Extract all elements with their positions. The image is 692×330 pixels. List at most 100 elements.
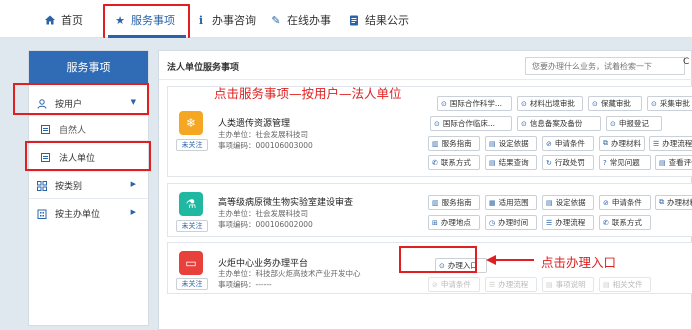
circle-icon: ⊙	[521, 99, 527, 108]
service-card: ⚗ 未关注 高等级病原微生物实验室建设审查 主办单位：社会发展科技司 事项编码：…	[167, 183, 692, 237]
file-icon: ▤	[659, 158, 666, 167]
document-icon	[348, 14, 360, 26]
basis-button[interactable]: ▤ 设定依据	[542, 195, 594, 210]
button-label: 申请条件	[554, 139, 585, 148]
check-circle-icon: ⊘	[603, 198, 609, 207]
subitem-label: 信息备案及备份	[529, 119, 583, 128]
sidebar-item-natural-person[interactable]: 自然人	[41, 123, 86, 136]
contact-button[interactable]: ✆ 联系方式	[599, 215, 651, 230]
service-title[interactable]: 人类遗传资源管理	[218, 116, 290, 129]
subitem-label: 申报登记	[618, 119, 649, 128]
search-input[interactable]	[525, 57, 685, 75]
file-icon: ▤	[603, 280, 610, 289]
info-icon: i	[198, 13, 204, 27]
service-dept: 主办单位：社会发展科技司	[218, 130, 308, 139]
file-icon: ▤	[489, 158, 496, 167]
button-label: 办理材料	[667, 198, 692, 207]
button-label: 设定依据	[498, 139, 529, 148]
subitem-label: 国际合作临床...	[442, 119, 496, 128]
basis-button[interactable]: ▤ 设定依据	[485, 136, 537, 151]
follow-button[interactable]: 未关注	[176, 278, 208, 290]
nav-online[interactable]: ✎ 在线办事	[270, 9, 331, 31]
conditions-button[interactable]: ⊘ 申请条件	[542, 136, 594, 151]
circle-icon: ⊙	[592, 99, 598, 108]
faq-button[interactable]: ? 常见问题	[599, 155, 651, 170]
list-icon: ☰	[546, 218, 553, 227]
review-button[interactable]: ▤查看评价	[655, 155, 692, 170]
file-icon: ▤	[546, 198, 553, 207]
subitem-tag[interactable]: ⊙ 材料出境审批	[517, 96, 583, 111]
nav-consult-label: 办事咨询	[212, 14, 256, 27]
button-label: 相关文件	[612, 280, 643, 289]
page-title: 法人单位服务事项	[167, 63, 240, 73]
caret-right-icon: ▶	[130, 180, 136, 188]
nav-consult[interactable]: i 办事咨询	[195, 9, 256, 31]
conditions-button[interactable]: ⊘ 申请条件	[428, 277, 480, 292]
follow-button[interactable]: 未关注	[176, 220, 208, 232]
copy-icon: ⧉	[659, 198, 664, 206]
snowflake-icon: ❄	[179, 111, 203, 135]
location-button[interactable]: ⊞ 办理地点	[428, 215, 480, 230]
process-button[interactable]: ☰ 办理流程	[649, 136, 692, 151]
contact-button[interactable]: ✆ 联系方式	[428, 155, 480, 170]
subitem-tag[interactable]: ⊙ 信息备案及备份	[517, 116, 601, 131]
phone-icon: ✆	[432, 158, 438, 167]
subitem-tag[interactable]: ⊙ 采集审批	[647, 96, 692, 111]
process-button[interactable]: ☰ 办理流程	[485, 277, 537, 292]
nav-results[interactable]: 结果公示	[348, 9, 409, 31]
sidebar-item-by-dept[interactable]: 按主办单位	[37, 207, 100, 220]
circle-icon: ⊙	[651, 99, 657, 108]
circle-icon: ⊙	[434, 119, 440, 128]
button-label: 适用范围	[498, 198, 529, 207]
pencil-icon: ✎	[271, 13, 281, 27]
guide-button[interactable]: ▥ 服务指南	[428, 195, 480, 210]
conditions-button[interactable]: ⊘ 申请条件	[599, 195, 651, 210]
button-label: 办理流程	[662, 139, 692, 148]
phone-icon: ✆	[603, 218, 609, 227]
subitem-label: 国际合作科学...	[449, 99, 503, 108]
book-icon: ▥	[432, 198, 439, 207]
search-button[interactable]: C	[683, 57, 689, 67]
nav-home-label: 首页	[61, 14, 83, 27]
process-button[interactable]: ☰ 办理流程	[542, 215, 594, 230]
button-label: 办理时间	[498, 218, 529, 227]
notes-button[interactable]: ▤ 事项说明	[542, 277, 594, 292]
button-label: 办理材料	[611, 139, 641, 148]
nav-results-label: 结果公示	[365, 14, 409, 27]
list-icon	[41, 125, 51, 135]
list-icon: ☰	[653, 139, 660, 148]
service-title[interactable]: 高等级病原微生物实验室建设审查	[218, 195, 353, 208]
button-label: 服务指南	[441, 198, 472, 207]
subitem-tag[interactable]: ⊙ 申报登记	[606, 116, 662, 131]
subitem-tag[interactable]: ⊙ 保藏审批	[588, 96, 642, 111]
materials-button[interactable]: ⧉办理材料	[599, 136, 645, 151]
nav-home[interactable]: 首页	[44, 9, 83, 31]
result-query-button[interactable]: ▤ 结果查询	[485, 155, 537, 170]
materials-button[interactable]: ⧉办理材料	[655, 195, 692, 210]
sidebar-item-by-category-label: 按类别	[55, 182, 83, 192]
related-files-button[interactable]: ▤ 相关文件	[599, 277, 651, 292]
sidebar-item-by-category[interactable]: 按类别	[37, 179, 82, 192]
book-icon: ▥	[432, 139, 439, 148]
clock-icon: ◷	[489, 218, 496, 227]
follow-button[interactable]: 未关注	[176, 139, 208, 151]
subitem-tag[interactable]: ⊙ 国际合作科学...	[437, 96, 512, 111]
nav-highlight-box	[103, 4, 190, 38]
sidebar-item-natural-person-label: 自然人	[59, 126, 87, 136]
copy-icon: ⧉	[603, 139, 608, 147]
subitem-tag[interactable]: ⊙ 国际合作临床...	[430, 116, 512, 131]
time-button[interactable]: ◷ 办理时间	[485, 215, 537, 230]
question-icon: ?	[603, 158, 607, 167]
button-label: 联系方式	[440, 158, 471, 167]
guide-button[interactable]: ▥ 服务指南	[428, 136, 480, 151]
service-dept: 主办单位：科技部火炬高技术产业开发中心	[218, 269, 361, 278]
button-label: 办理流程	[498, 280, 529, 289]
sidebar-divider	[29, 198, 148, 199]
button-label: 办理地点	[440, 218, 471, 227]
grid-icon	[37, 180, 47, 191]
scope-button[interactable]: ▦ 适用范围	[485, 195, 537, 210]
subitem-label: 采集审批	[659, 99, 690, 108]
penalty-button[interactable]: ↻ 行政处罚	[542, 155, 594, 170]
button-label: 办理流程	[555, 218, 586, 227]
sidebar-divider	[29, 171, 148, 172]
